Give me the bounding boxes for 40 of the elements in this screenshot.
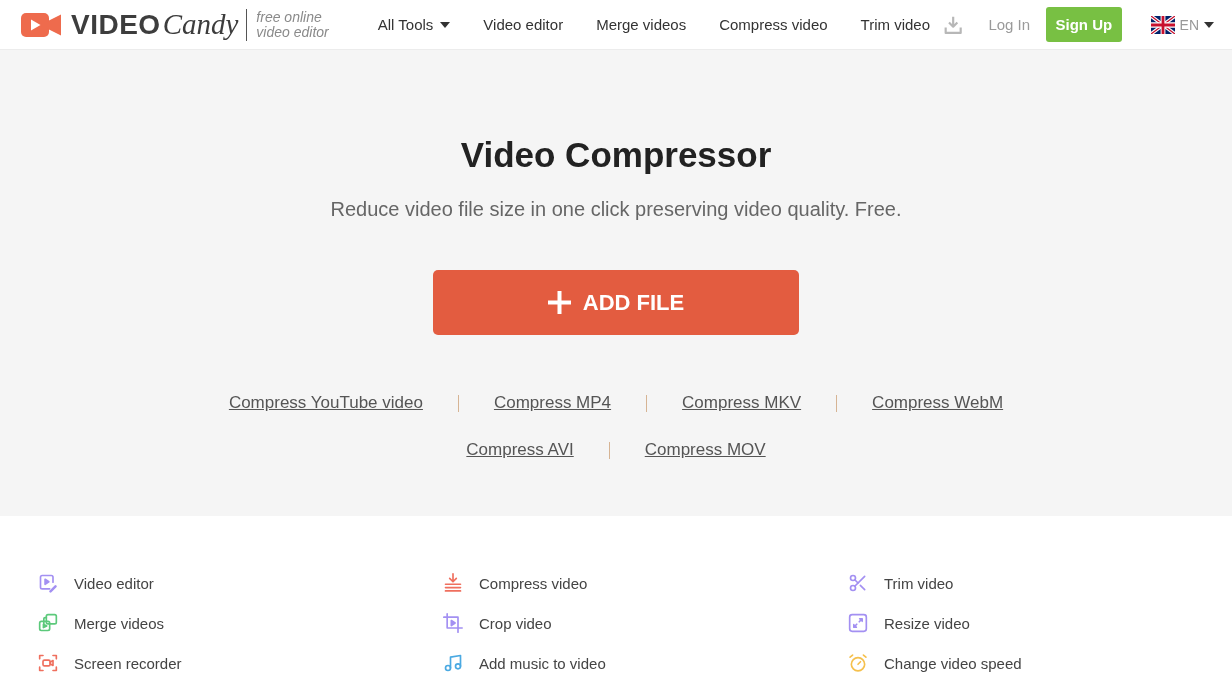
- nav-link[interactable]: Trim video: [860, 16, 931, 33]
- resize-icon: [848, 613, 868, 633]
- plus-icon: [547, 291, 571, 314]
- screen-record-icon: [38, 653, 58, 673]
- page-title: Video Compressor: [460, 134, 772, 176]
- stacked-video-icon: [38, 613, 58, 633]
- nav-link[interactable]: Compress video: [719, 16, 828, 33]
- logo-script: Candy: [162, 10, 239, 39]
- tool-link[interactable]: Add music to video: [443, 643, 606, 683]
- format-link[interactable]: Compress WebM: [872, 393, 1004, 413]
- format-link[interactable]: Compress MP4: [493, 393, 612, 413]
- page-subtitle: Reduce video file size in one click preserving video quality. Free.: [330, 197, 902, 222]
- logo-tagline: free online video editor: [256, 9, 329, 40]
- nav-link[interactable]: Video editor: [483, 16, 564, 33]
- scissors-icon: [848, 573, 868, 593]
- music-note-icon: [443, 653, 463, 673]
- caret-icon: [440, 21, 451, 28]
- tool-link[interactable]: Compress video: [443, 563, 588, 603]
- format-link[interactable]: Compress MKV: [682, 393, 802, 413]
- caret-icon: [1204, 21, 1214, 28]
- format-link[interactable]: Compress AVI: [466, 440, 574, 460]
- flag-icon: [1150, 15, 1175, 34]
- camera-play-logo-icon: [21, 12, 61, 37]
- add-file-button[interactable]: ADD FILE: [433, 270, 799, 335]
- logo-wordmark: VIDEO: [71, 10, 161, 39]
- play-pencil-icon: [38, 573, 58, 593]
- tool-link[interactable]: Resize video: [848, 603, 970, 643]
- format-link[interactable]: Compress MOV: [644, 440, 766, 460]
- tool-link[interactable]: Screen recorder: [38, 643, 182, 683]
- tool-link[interactable]: Merge videos: [38, 603, 165, 643]
- stopwatch-icon: [848, 653, 868, 673]
- crop-icon: [443, 613, 463, 633]
- compress-icon: [443, 573, 463, 593]
- tool-link[interactable]: Video editor: [38, 563, 154, 603]
- format-link[interactable]: Compress YouTube video: [228, 393, 423, 413]
- tool-link[interactable]: Trim video: [848, 563, 954, 603]
- nav-link[interactable]: Merge videos: [596, 16, 687, 33]
- tool-link[interactable]: Crop video: [443, 603, 552, 643]
- all-tools-dropdown[interactable]: All Tools: [377, 16, 451, 33]
- tool-link[interactable]: Change video speed: [848, 643, 1022, 683]
